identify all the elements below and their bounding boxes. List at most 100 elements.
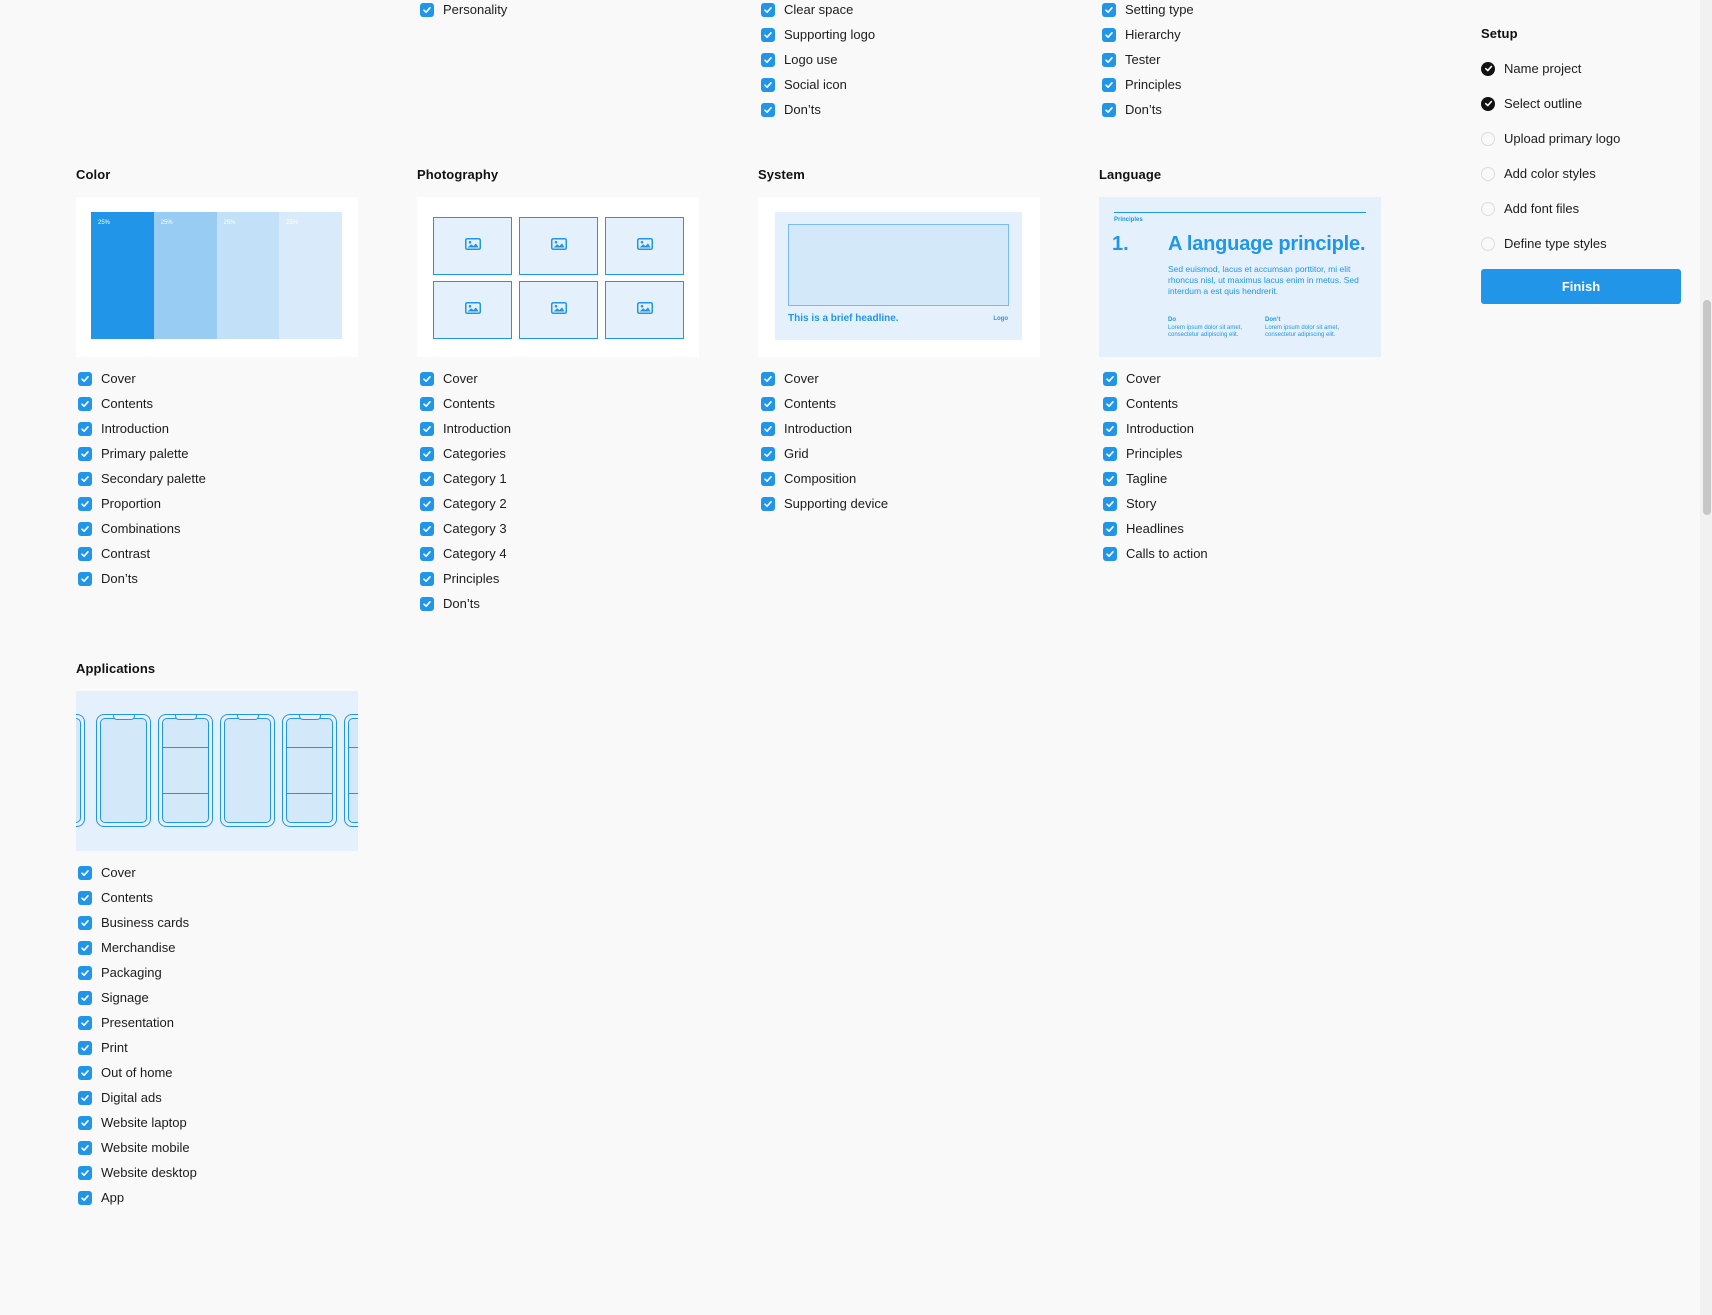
checklist-item[interactable]: Cover bbox=[761, 366, 888, 391]
checklist-item[interactable]: Introduction bbox=[1103, 416, 1208, 441]
checkbox-checked-icon[interactable] bbox=[78, 371, 92, 386]
checklist-item[interactable]: Combinations bbox=[78, 516, 206, 541]
checkbox-checked-icon[interactable] bbox=[1103, 546, 1117, 561]
checkbox-checked-icon[interactable] bbox=[1102, 77, 1116, 92]
checkbox-checked-icon[interactable] bbox=[78, 1090, 92, 1105]
checklist-item[interactable]: Contents bbox=[78, 885, 197, 910]
checklist-item[interactable]: Category 1 bbox=[420, 466, 511, 491]
checklist-item[interactable]: Composition bbox=[761, 466, 888, 491]
checkbox-checked-icon[interactable] bbox=[420, 471, 434, 486]
checkbox-checked-icon[interactable] bbox=[761, 371, 775, 386]
checkbox-checked-icon[interactable] bbox=[78, 1015, 92, 1030]
checklist-item[interactable]: Don’ts bbox=[1102, 97, 1194, 122]
checklist-item[interactable]: Calls to action bbox=[1103, 541, 1208, 566]
checkbox-checked-icon[interactable] bbox=[78, 1140, 92, 1155]
checkbox-checked-icon[interactable] bbox=[1103, 371, 1117, 386]
checklist-item[interactable]: Presentation bbox=[78, 1010, 197, 1035]
checklist-item[interactable]: Setting type bbox=[1102, 0, 1194, 22]
checklist-item[interactable]: Cover bbox=[78, 366, 206, 391]
checklist-item[interactable]: Logo use bbox=[761, 47, 875, 72]
checklist-item[interactable]: Introduction bbox=[78, 416, 206, 441]
checklist-item[interactable]: Digital ads bbox=[78, 1085, 197, 1110]
checklist-item[interactable]: Tester bbox=[1102, 47, 1194, 72]
checkbox-checked-icon[interactable] bbox=[761, 471, 775, 486]
checklist-item[interactable]: Cover bbox=[1103, 366, 1208, 391]
checkbox-checked-icon[interactable] bbox=[78, 446, 92, 461]
checklist-item[interactable]: Grid bbox=[761, 441, 888, 466]
setup-step[interactable]: Define type styles bbox=[1481, 226, 1620, 261]
checkbox-checked-icon[interactable] bbox=[78, 1040, 92, 1055]
checklist-item[interactable]: Secondary palette bbox=[78, 466, 206, 491]
checkbox-checked-icon[interactable] bbox=[420, 521, 434, 536]
checklist-item[interactable]: Don’ts bbox=[78, 566, 206, 591]
checkbox-checked-icon[interactable] bbox=[78, 940, 92, 955]
photography-thumbnail[interactable] bbox=[417, 197, 699, 357]
checkbox-checked-icon[interactable] bbox=[78, 521, 92, 536]
checklist-item[interactable]: Supporting logo bbox=[761, 22, 875, 47]
checklist-item[interactable]: Contents bbox=[761, 391, 888, 416]
color-thumbnail[interactable]: 25% 25% 25% 25% bbox=[76, 197, 358, 357]
checkbox-checked-icon[interactable] bbox=[78, 865, 92, 880]
checklist-item[interactable]: Supporting device bbox=[761, 491, 888, 516]
checkbox-checked-icon[interactable] bbox=[761, 102, 775, 117]
checkbox-checked-icon[interactable] bbox=[78, 421, 92, 436]
checklist-item[interactable]: Out of home bbox=[78, 1060, 197, 1085]
checkbox-checked-icon[interactable] bbox=[78, 496, 92, 511]
checklist-item[interactable]: Don’ts bbox=[420, 591, 511, 616]
checkbox-checked-icon[interactable] bbox=[420, 571, 434, 586]
checkbox-checked-icon[interactable] bbox=[78, 990, 92, 1005]
checkbox-checked-icon[interactable] bbox=[1102, 52, 1116, 67]
checkbox-checked-icon[interactable] bbox=[420, 596, 434, 611]
checkbox-checked-icon[interactable] bbox=[78, 890, 92, 905]
checklist-item[interactable]: Category 2 bbox=[420, 491, 511, 516]
checklist-item[interactable]: Contrast bbox=[78, 541, 206, 566]
checkbox-checked-icon[interactable] bbox=[78, 1065, 92, 1080]
checkbox-checked-icon[interactable] bbox=[78, 571, 92, 586]
applications-thumbnail[interactable] bbox=[76, 691, 358, 851]
checkbox-checked-icon[interactable] bbox=[761, 77, 775, 92]
setup-step[interactable]: Name project bbox=[1481, 51, 1620, 86]
checklist-item[interactable]: Principles bbox=[1103, 441, 1208, 466]
checkbox-checked-icon[interactable] bbox=[420, 396, 434, 411]
checklist-item[interactable]: Social icon bbox=[761, 72, 875, 97]
checkbox-checked-icon[interactable] bbox=[78, 471, 92, 486]
checklist-item[interactable]: Business cards bbox=[78, 910, 197, 935]
checklist-item[interactable]: Packaging bbox=[78, 960, 197, 985]
checkbox-checked-icon[interactable] bbox=[1103, 446, 1117, 461]
checklist-item[interactable]: Category 4 bbox=[420, 541, 511, 566]
checkbox-checked-icon[interactable] bbox=[78, 1165, 92, 1180]
checklist-item[interactable]: Cover bbox=[420, 366, 511, 391]
checklist-item[interactable]: Principles bbox=[420, 566, 511, 591]
checklist-item[interactable]: Personality bbox=[420, 0, 507, 22]
system-thumbnail[interactable]: This is a brief headline. Logo bbox=[758, 197, 1040, 357]
checklist-item[interactable]: Contents bbox=[420, 391, 511, 416]
scrollbar-track[interactable] bbox=[1700, 0, 1712, 1315]
checkbox-checked-icon[interactable] bbox=[420, 371, 434, 386]
checklist-item[interactable]: Website desktop bbox=[78, 1160, 197, 1185]
checkbox-checked-icon[interactable] bbox=[1103, 396, 1117, 411]
checkbox-checked-icon[interactable] bbox=[78, 1115, 92, 1130]
finish-button[interactable]: Finish bbox=[1481, 269, 1681, 304]
checklist-item[interactable]: Website laptop bbox=[78, 1110, 197, 1135]
checkbox-checked-icon[interactable] bbox=[78, 915, 92, 930]
checkbox-checked-icon[interactable] bbox=[1102, 2, 1116, 17]
checkbox-checked-icon[interactable] bbox=[1103, 421, 1117, 436]
checkbox-checked-icon[interactable] bbox=[420, 421, 434, 436]
checklist-item[interactable]: Don’ts bbox=[761, 97, 875, 122]
checkbox-checked-icon[interactable] bbox=[78, 396, 92, 411]
checkbox-checked-icon[interactable] bbox=[1103, 521, 1117, 536]
checklist-item[interactable]: Clear space bbox=[761, 0, 875, 22]
checkbox-checked-icon[interactable] bbox=[761, 52, 775, 67]
checkbox-checked-icon[interactable] bbox=[420, 2, 434, 17]
checklist-item[interactable]: App bbox=[78, 1185, 197, 1210]
checkbox-checked-icon[interactable] bbox=[420, 446, 434, 461]
setup-step[interactable]: Upload primary logo bbox=[1481, 121, 1620, 156]
scrollbar-thumb[interactable] bbox=[1703, 300, 1711, 515]
checkbox-checked-icon[interactable] bbox=[761, 446, 775, 461]
checklist-item[interactable]: Primary palette bbox=[78, 441, 206, 466]
checkbox-checked-icon[interactable] bbox=[1102, 27, 1116, 42]
checkbox-checked-icon[interactable] bbox=[761, 2, 775, 17]
checklist-item[interactable]: Merchandise bbox=[78, 935, 197, 960]
checklist-item[interactable]: Signage bbox=[78, 985, 197, 1010]
checkbox-checked-icon[interactable] bbox=[761, 396, 775, 411]
